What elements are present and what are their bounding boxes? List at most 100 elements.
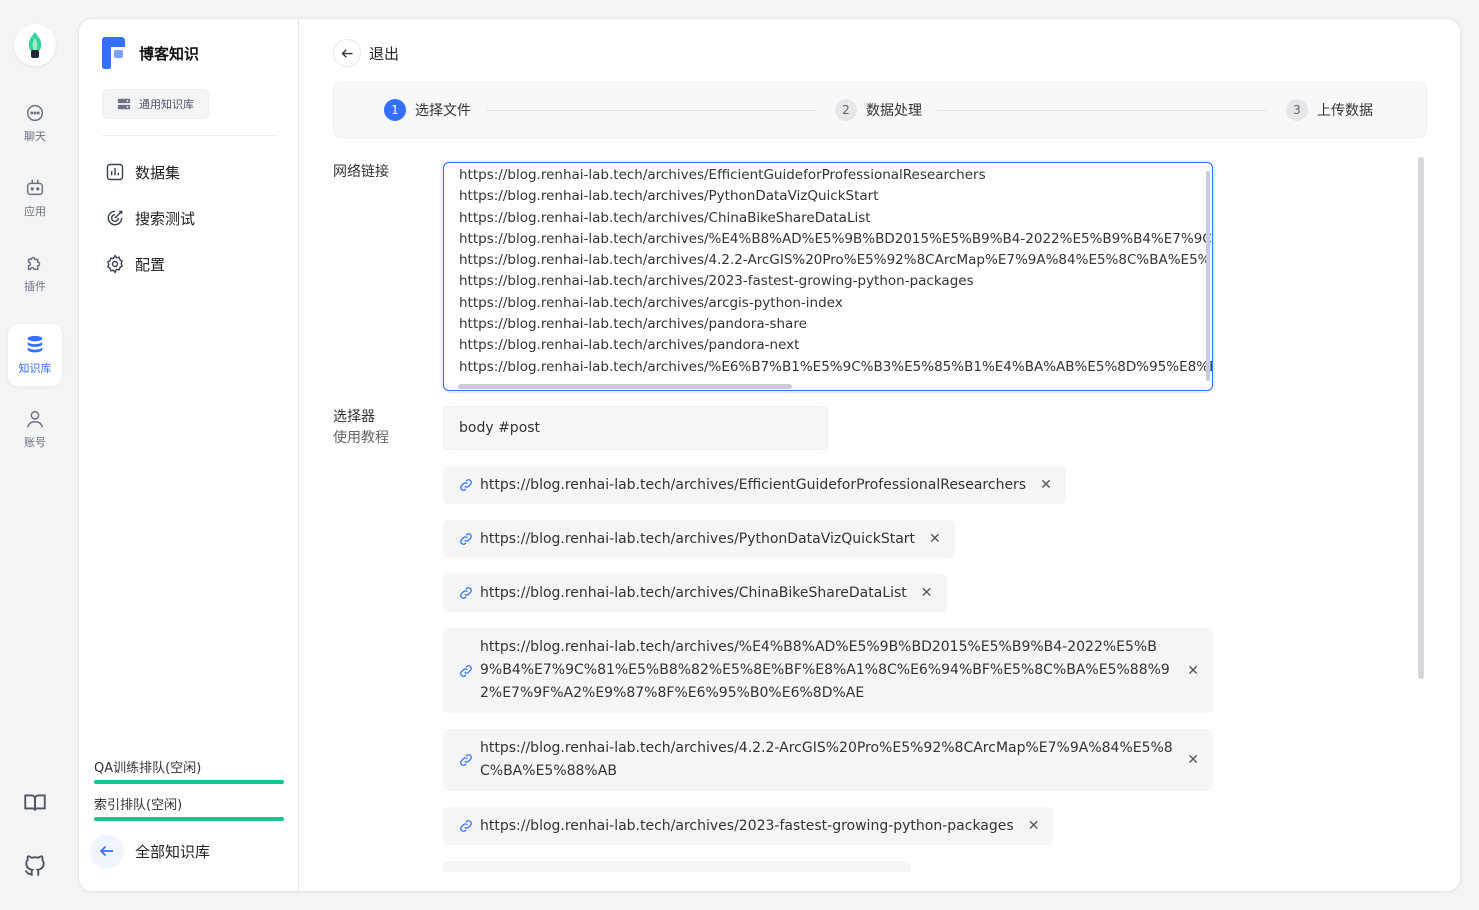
qa-queue-status: QA训练排队(空闲) xyxy=(94,757,284,784)
kb-header: 博客知识 xyxy=(99,36,199,70)
link-chip[interactable]: https://blog.renhai-lab.tech/archives/Py… xyxy=(443,520,955,558)
link-icon xyxy=(458,818,474,834)
link-list: https://blog.renhai-lab.tech/archives/Ef… xyxy=(443,466,1213,872)
link-chip[interactable]: https://blog.renhai-lab.tech/archives/Ef… xyxy=(443,466,1066,504)
url-line: https://blog.renhai-lab.tech/archives/pa… xyxy=(459,337,800,354)
rail-label: 应用 xyxy=(24,205,46,218)
link-chip[interactable]: https://blog.renhai-lab.tech/archives/20… xyxy=(443,807,1054,845)
vertical-scrollbar[interactable] xyxy=(1206,171,1210,381)
nav-label: 搜索测试 xyxy=(135,209,196,228)
step-upload-data: 3 上传数据 xyxy=(1286,99,1373,121)
rail-label: 知识库 xyxy=(18,362,52,375)
server-icon xyxy=(117,98,131,110)
step-number: 3 xyxy=(1286,99,1308,121)
database-icon xyxy=(27,335,43,353)
remove-link-close-icon[interactable]: ✕ xyxy=(1040,477,1052,493)
step-indicator: 1 选择文件 2 数据处理 3 上传数据 xyxy=(333,82,1427,138)
rail-item-knowledge[interactable]: 知识库 xyxy=(8,324,62,386)
url-line: https://blog.renhai-lab.tech/archives/Ch… xyxy=(459,209,871,226)
link-url: https://blog.renhai-lab.tech/archives/Ef… xyxy=(480,476,1027,493)
app-logo[interactable] xyxy=(14,24,56,66)
step-select-file: 1 选择文件 xyxy=(384,99,471,121)
link-row: https://blog.renhai-lab.tech/archives/%E… xyxy=(443,628,1213,729)
github-button[interactable] xyxy=(22,853,48,879)
step-label: 上传数据 xyxy=(1317,103,1373,119)
main-card: 博客知识 通用知识库 数据集 搜索测试 配置 QA训练排队(空闲) 索引排队(空… xyxy=(78,18,1461,892)
rail-item-apps[interactable]: 应用 xyxy=(8,167,62,229)
nav-item-config[interactable]: 配置 xyxy=(105,250,165,278)
robot-icon xyxy=(26,179,44,196)
rail-label: 插件 xyxy=(24,280,46,293)
url-line: https://blog.renhai-lab.tech/archives/%E… xyxy=(459,358,1213,375)
step-number: 2 xyxy=(835,99,857,121)
link-chip[interactable]: https://blog.renhai-lab.tech/archives/4.… xyxy=(443,729,1213,791)
url-line: https://blog.renhai-lab.tech/archives/Ef… xyxy=(459,167,986,183)
selector-label-group: 选择器 使用教程 xyxy=(333,407,389,449)
import-content: 退出 1 选择文件 2 数据处理 3 上传数据 网络链接 https://blo… xyxy=(299,19,1460,891)
puzzle-icon xyxy=(27,256,41,271)
step-connector xyxy=(937,110,1267,111)
rail-label: 聊天 xyxy=(24,130,46,143)
queue-progress-bar xyxy=(94,817,284,821)
selector-label: 选择器 xyxy=(333,409,375,425)
link-row: https://blog.renhai-lab.tech/archives/Ch… xyxy=(443,574,1213,628)
urls-textarea[interactable]: https://blog.renhai-lab.tech/archives/Ef… xyxy=(443,162,1213,391)
link-icon xyxy=(458,477,474,493)
app-rail: 聊天 应用 插件 知识库 账号 xyxy=(0,0,72,910)
page-scrollbar[interactable] xyxy=(1418,157,1424,679)
github-icon xyxy=(24,855,45,876)
url-line: https://blog.renhai-lab.tech/archives/ar… xyxy=(459,294,843,311)
link-url: https://blog.renhai-lab.tech/archives/20… xyxy=(480,817,1014,834)
kb-type-tag: 通用知识库 xyxy=(102,89,209,119)
nav-label: 数据集 xyxy=(135,163,181,182)
remove-link-close-icon[interactable]: ✕ xyxy=(929,531,941,547)
link-url: https://blog.renhai-lab.tech/archives/4.… xyxy=(480,740,1173,779)
rail-item-plugins[interactable]: 插件 xyxy=(8,242,62,304)
exit-button[interactable]: 退出 xyxy=(333,39,399,67)
step-connector xyxy=(486,110,816,111)
queue-progress-bar xyxy=(94,780,284,784)
back-arrow-icon xyxy=(91,835,123,867)
target-icon xyxy=(107,210,123,226)
nav-label: 配置 xyxy=(135,255,166,274)
selector-input[interactable]: body #post xyxy=(443,406,828,450)
selector-help-link[interactable]: 使用教程 xyxy=(333,428,389,449)
url-line: https://blog.renhai-lab.tech/archives/pa… xyxy=(459,316,807,333)
link-row: https://blog.renhai-lab.tech/archives/20… xyxy=(443,807,1213,861)
sidebar-divider xyxy=(102,135,278,136)
nav-item-search-test[interactable]: 搜索测试 xyxy=(105,204,195,232)
rail-item-account[interactable]: 账号 xyxy=(8,398,62,460)
all-knowledge-button[interactable]: 全部知识库 xyxy=(91,835,210,867)
link-row: https://blog.renhai-lab.tech/archives/Ef… xyxy=(443,466,1213,520)
rail-item-chat[interactable]: 聊天 xyxy=(8,92,62,154)
remove-link-close-icon[interactable]: ✕ xyxy=(1187,752,1199,768)
horizontal-scrollbar[interactable] xyxy=(458,384,792,389)
kb-type-label: 通用知识库 xyxy=(139,98,194,111)
link-chip[interactable]: https://blog.renhai-lab.tech/archives/Ch… xyxy=(443,574,947,612)
url-line: https://blog.renhai-lab.tech/archives/Py… xyxy=(459,188,879,205)
gear-icon xyxy=(107,254,123,274)
link-icon xyxy=(458,531,474,547)
queue-label: 索引排队(空闲) xyxy=(94,798,183,813)
link-row: https://blog.renhai-lab.tech/archives/Py… xyxy=(443,520,1213,574)
all-knowledge-label: 全部知识库 xyxy=(135,842,211,861)
index-queue-status: 索引排队(空闲) xyxy=(94,794,284,821)
url-line: https://blog.renhai-lab.tech/archives/%E… xyxy=(459,230,1213,247)
step-process-data: 2 数据处理 xyxy=(835,99,922,121)
link-chip[interactable]: https://blog.renhai-lab.tech/archives/%E… xyxy=(443,628,1213,713)
remove-link-close-icon[interactable]: ✕ xyxy=(1028,818,1040,834)
nav-item-dataset[interactable]: 数据集 xyxy=(105,158,180,186)
link-url: https://blog.renhai-lab.tech/archives/Py… xyxy=(480,530,916,547)
remove-link-close-icon[interactable]: ✕ xyxy=(921,585,933,601)
urls-textarea-content: https://blog.renhai-lab.tech/archives/Ef… xyxy=(459,165,1212,378)
link-chip[interactable] xyxy=(443,861,911,872)
kb-avatar-icon xyxy=(102,37,125,69)
docs-button[interactable] xyxy=(22,790,48,816)
kb-sidebar: 博客知识 通用知识库 数据集 搜索测试 配置 QA训练排队(空闲) 索引排队(空… xyxy=(79,19,299,891)
book-icon xyxy=(24,794,46,811)
chat-icon xyxy=(26,104,44,122)
remove-link-close-icon[interactable]: ✕ xyxy=(1187,663,1199,679)
fastgpt-logo-icon xyxy=(28,32,42,58)
link-icon xyxy=(458,585,474,601)
link-icon xyxy=(458,663,474,679)
